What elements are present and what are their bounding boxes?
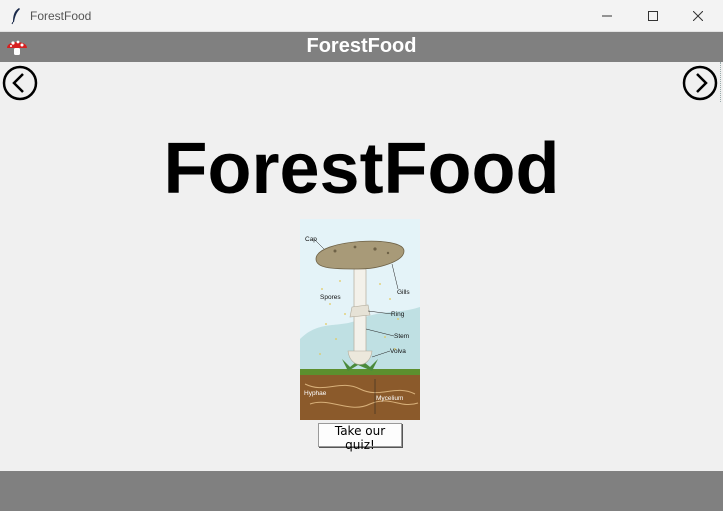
label-hyphae: Hyphae — [304, 390, 327, 397]
maximize-button[interactable] — [630, 0, 676, 32]
label-cap: Cap — [305, 236, 317, 243]
close-icon — [693, 11, 703, 21]
take-quiz-button[interactable]: Take our quiz! — [318, 423, 402, 452]
label-ring: Ring — [391, 311, 405, 318]
window-titlebar: ForestFood — [0, 0, 723, 32]
mushroom-anatomy-diagram: Cap Spores Gills Ring Stem Volva Hyphae … — [300, 219, 420, 420]
label-spores: Spores — [320, 294, 341, 301]
label-gills: Gills — [397, 289, 410, 296]
arrow-right-circle-icon[interactable] — [682, 65, 718, 101]
maximize-icon — [648, 11, 658, 21]
page-title: ForestFood — [163, 129, 560, 209]
close-button[interactable] — [675, 0, 721, 32]
label-mycelium: Mycelium — [376, 395, 403, 402]
app-footer — [0, 471, 723, 511]
minimize-icon — [602, 15, 612, 17]
label-stem: Stem — [394, 333, 409, 340]
app-header: ForestFood — [0, 32, 723, 62]
window-title: ForestFood — [30, 9, 92, 23]
header-title: ForestFood — [306, 35, 417, 57]
label-volva: Volva — [390, 348, 406, 355]
arrow-left-circle-icon[interactable] — [2, 65, 38, 101]
feather-icon — [11, 8, 20, 25]
minimize-button[interactable] — [584, 0, 630, 32]
